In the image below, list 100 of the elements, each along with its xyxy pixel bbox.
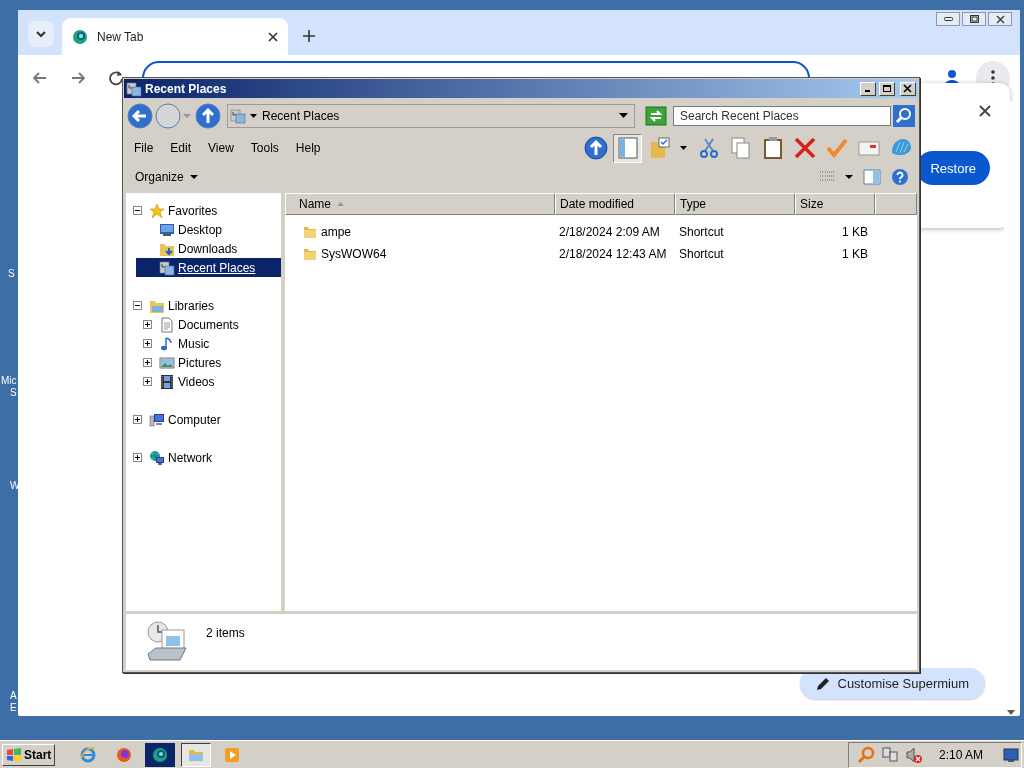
folder-icon <box>302 246 318 262</box>
close-icon[interactable] <box>268 31 278 42</box>
up-button[interactable] <box>195 103 221 129</box>
date-modified: 2/18/2024 2:09 AM <box>559 225 660 239</box>
caret-icon <box>183 113 191 119</box>
column-header[interactable]: Date modified <box>555 193 675 215</box>
monitor-icon <box>159 221 175 238</box>
forward-icon <box>70 70 86 86</box>
column-header[interactable]: Name <box>285 193 555 215</box>
caret-icon <box>189 174 198 180</box>
column-header[interactable]: Type <box>675 193 795 215</box>
file-row[interactable]: ampe 2/18/2024 2:09 AM Shortcut 1 KB <box>285 221 917 243</box>
back-icon <box>127 103 153 129</box>
nav-item[interactable]: Documents <box>136 315 282 334</box>
menu-item[interactable]: Edit <box>165 139 197 157</box>
music-note-icon <box>159 335 175 352</box>
internet-explorer-icon <box>79 745 98 764</box>
recent-places-icon <box>159 259 175 276</box>
view-options-button[interactable] <box>819 170 853 184</box>
close-button[interactable] <box>978 105 992 119</box>
minimize-button[interactable] <box>936 12 960 26</box>
tab-search-button[interactable] <box>28 21 54 47</box>
preview-pane-icon <box>863 169 881 185</box>
sort-arrow-icon <box>337 202 344 206</box>
nav-item[interactable]: Network <box>126 448 282 467</box>
expand-toggle[interactable] <box>143 377 152 386</box>
file-type: Shortcut <box>679 247 724 261</box>
apply-icon <box>824 136 849 160</box>
preview-pane-icon <box>615 136 640 160</box>
file-size: 1 KB <box>842 247 868 261</box>
start-button[interactable]: Start <box>2 743 56 766</box>
close-icon <box>995 14 1005 24</box>
back-button[interactable] <box>127 103 153 129</box>
collapse-toggle[interactable] <box>133 301 142 310</box>
column-header[interactable]: Size <box>795 193 875 215</box>
expand-toggle[interactable] <box>143 358 152 367</box>
taskbar-app-button[interactable] <box>145 742 176 767</box>
taskbar-app-button[interactable] <box>181 742 212 767</box>
expand-toggle[interactable] <box>143 339 152 348</box>
date-modified: 2/18/2024 12:43 AM <box>559 247 667 261</box>
expand-toggle[interactable] <box>133 415 142 424</box>
show-desktop-icon[interactable] <box>1003 746 1019 763</box>
browser-tab[interactable]: New Tab <box>62 18 288 55</box>
list-view-icon <box>819 170 835 184</box>
forward-button[interactable] <box>155 103 181 129</box>
supermium-icon <box>151 745 170 764</box>
organize-button[interactable]: Organize <box>129 168 204 186</box>
windows-logo-icon <box>6 747 22 762</box>
file-size: 1 KB <box>842 225 868 239</box>
preview-pane-button[interactable] <box>613 133 642 163</box>
maximize-icon <box>882 84 892 93</box>
caret-icon <box>845 174 853 180</box>
network-icon <box>149 449 165 466</box>
volume-muted-icon[interactable] <box>904 745 923 764</box>
nav-item[interactable]: Downloads <box>136 239 282 258</box>
search-icon <box>893 105 915 127</box>
copy-icon <box>728 136 753 160</box>
up-button[interactable] <box>581 133 610 163</box>
window-title: Recent Places <box>145 81 228 96</box>
expand-toggle[interactable] <box>143 320 152 329</box>
nav-item[interactable]: Favorites <box>126 201 282 220</box>
nav-item[interactable]: Recent Places <box>136 258 282 277</box>
nav-item[interactable]: Music <box>136 334 282 353</box>
plus-icon <box>303 30 315 42</box>
close-button[interactable] <box>988 12 1012 26</box>
caret-icon <box>250 113 258 119</box>
film-icon <box>159 373 175 390</box>
menu-item[interactable]: File <box>129 139 159 157</box>
menu-item[interactable]: View <box>203 139 239 157</box>
expand-toggle[interactable] <box>133 453 142 462</box>
nav-item[interactable]: Desktop <box>136 220 282 239</box>
help-icon <box>891 168 909 186</box>
firefox-icon <box>115 745 134 764</box>
network-icon[interactable] <box>880 745 899 764</box>
chevron-down-icon <box>35 28 47 40</box>
address-bar[interactable]: Recent Places <box>227 104 635 128</box>
refresh-button[interactable] <box>645 105 667 127</box>
nav-item[interactable]: Pictures <box>136 353 282 372</box>
file-type: Shortcut <box>679 225 724 239</box>
file-name: SysWOW64 <box>321 247 387 261</box>
nav-item[interactable]: Videos <box>136 372 282 391</box>
picture-icon <box>159 354 175 371</box>
search-field[interactable]: Search Recent Places <box>673 106 891 126</box>
collapse-toggle[interactable] <box>133 206 142 215</box>
menu-item[interactable]: Help <box>290 139 326 157</box>
nav-item[interactable]: Libraries <box>126 296 282 315</box>
file-name: ampe <box>321 225 352 239</box>
desktop-icon-label: S <box>8 268 15 280</box>
item-count: 2 items <box>206 626 245 640</box>
close-icon <box>903 84 913 93</box>
folder-icon <box>302 224 318 240</box>
recent-places-icon <box>230 108 246 124</box>
help-button[interactable] <box>891 168 909 186</box>
maximize-icon <box>969 15 979 23</box>
search-button[interactable] <box>893 105 915 127</box>
nav-item[interactable]: Computer <box>126 410 282 429</box>
maximize-button[interactable] <box>962 12 986 26</box>
file-row[interactable]: SysWOW64 2/18/2024 12:43 AM Shortcut 1 KB <box>285 243 917 265</box>
menu-item[interactable]: Tools <box>245 139 284 157</box>
delete-icon <box>792 136 817 160</box>
